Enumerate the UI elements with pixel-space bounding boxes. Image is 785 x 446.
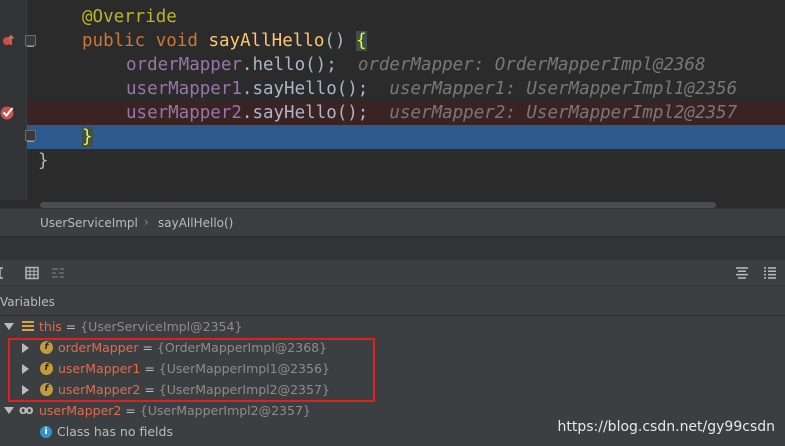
- method-parens: (): [324, 31, 356, 51]
- debug-toolbar: [0, 260, 785, 286]
- code-line-5-breakpoint: userMapper2.sayHello(); userMapper2: Use…: [27, 101, 785, 125]
- inline-value-order-mapper: orderMapper: OrderMapperImpl@2368: [357, 55, 706, 75]
- panel-splitter[interactable]: [0, 236, 785, 260]
- text-cursor-icon[interactable]: [0, 265, 12, 281]
- code-line-1: @Override: [0, 5, 785, 29]
- code-editor[interactable]: @Override public void sayAllHello() { or…: [0, 0, 785, 208]
- breadcrumb-class[interactable]: UserServiceImpl: [40, 216, 138, 230]
- variables-header: Variables: [0, 286, 785, 316]
- collapse-triangle-icon[interactable]: [4, 323, 14, 330]
- breakpoint-icon[interactable]: [0, 103, 16, 121]
- breadcrumb-method[interactable]: sayAllHello(): [158, 216, 233, 230]
- var-name-this: this: [39, 319, 62, 334]
- fold-marker-method[interactable]: [25, 35, 36, 47]
- annotation-override: @Override: [82, 7, 177, 27]
- method-name: sayAllHello: [208, 31, 325, 51]
- annotation-highlight-box: [8, 338, 375, 402]
- watch-name-user-mapper2: userMapper2: [39, 403, 122, 418]
- call-say-hello-2: .sayHello();: [241, 103, 369, 123]
- list-options-icon[interactable]: [762, 265, 778, 281]
- table-view-icon[interactable]: [24, 265, 40, 281]
- field-order-mapper: orderMapper: [126, 55, 242, 75]
- code-line-2: public void sayAllHello() {: [0, 29, 785, 53]
- code-line-4: userMapper1.sayHello(); userMapper1: Use…: [0, 77, 785, 101]
- object-lines-icon: [22, 321, 34, 331]
- watch-icon: oo: [19, 403, 33, 417]
- call-hello: .hello();: [241, 55, 337, 75]
- code-line-6-current: }: [27, 125, 785, 149]
- field-user-mapper2: userMapper2: [126, 103, 242, 123]
- watermark-text: https://blog.csdn.net/gy99csdn: [557, 419, 776, 435]
- call-say-hello-1: .sayHello();: [241, 79, 369, 99]
- info-icon: i: [40, 426, 52, 438]
- watch-value-user-mapper2: {UserMapperImpl2@2357}: [139, 403, 311, 418]
- keyword-public: public: [82, 31, 146, 51]
- inline-value-user-mapper2: userMapper2: UserMapperImpl2@2357: [389, 103, 738, 123]
- open-brace: {: [355, 31, 367, 51]
- override-method-icon[interactable]: [2, 33, 14, 49]
- close-brace-method: }: [82, 127, 93, 147]
- inline-value-user-mapper1: userMapper1: UserMapperImpl1@2356: [389, 79, 738, 99]
- collapse-triangle-icon[interactable]: [4, 407, 14, 414]
- code-line-7: }: [0, 149, 785, 173]
- field-user-mapper1: userMapper1: [126, 79, 242, 99]
- info-message: Class has no fields: [57, 424, 173, 439]
- breadcrumb: UserServiceImpl › sayAllHello(): [0, 208, 785, 236]
- tree-row-this[interactable]: this = {UserServiceImpl@2354}: [0, 316, 785, 337]
- keyword-void: void: [155, 31, 198, 51]
- code-line-3: orderMapper.hello(); orderMapper: OrderM…: [0, 53, 785, 77]
- align-center-icon[interactable]: [734, 265, 750, 281]
- close-brace-class: }: [38, 151, 49, 171]
- breadcrumb-separator: ›: [144, 215, 149, 229]
- tree-row-watch-user-mapper2[interactable]: oo userMapper2 = {UserMapperImpl2@2357}: [0, 400, 785, 421]
- variables-title: Variables: [0, 295, 55, 309]
- tree-view-icon[interactable]: [50, 265, 66, 281]
- var-value-this: {UserServiceImpl@2354}: [80, 319, 243, 334]
- fold-marker-end[interactable]: [25, 130, 36, 142]
